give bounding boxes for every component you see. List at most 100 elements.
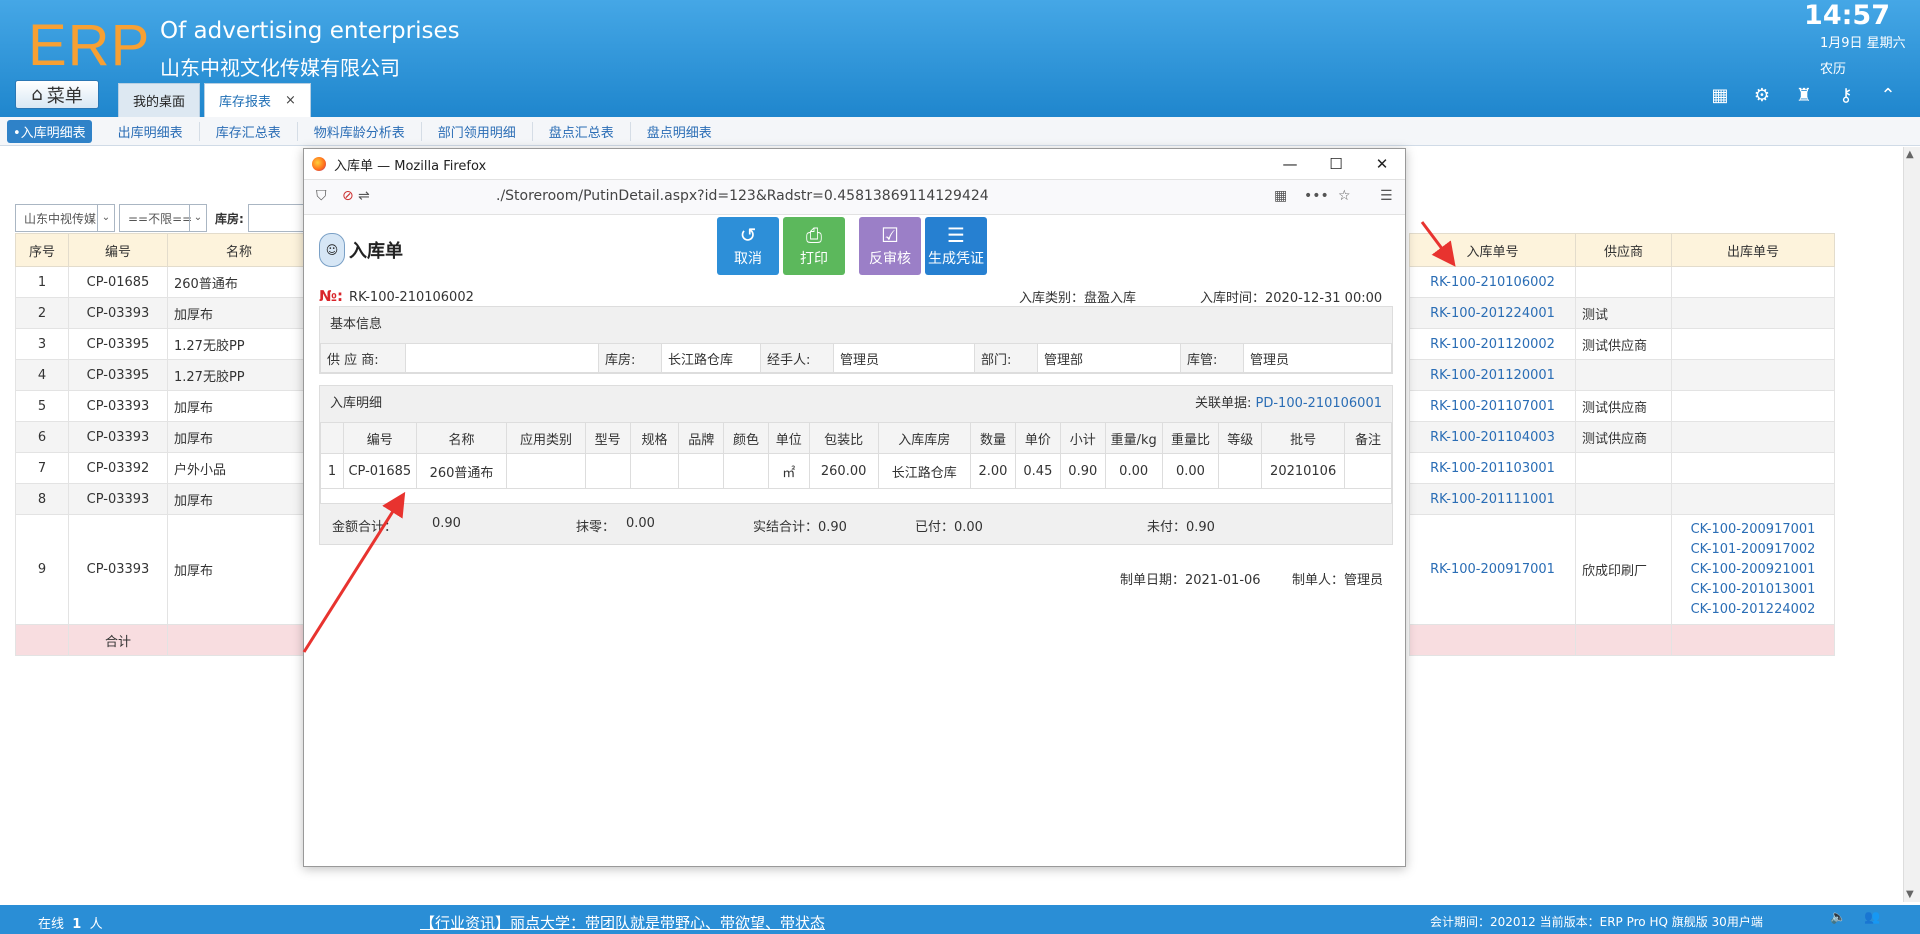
inbound-no-link[interactable]: RK-100-200917001 (1409, 514, 1576, 625)
table-row[interactable]: RK-100-201120001 (1409, 359, 1835, 391)
scroll-up-icon[interactable]: ▲ (1906, 149, 1914, 160)
company-select[interactable]: 山东中视传媒 ⌄ (15, 204, 115, 232)
speaker-icon[interactable]: 🔈 (1830, 910, 1846, 925)
unaudit-button[interactable]: ☑ 反审核 (859, 217, 921, 275)
subnav-item-inventory-summary[interactable]: 盘点汇总表 (533, 121, 631, 141)
inbound-no-link[interactable]: RK-100-201120002 (1409, 328, 1576, 360)
permissions-icon[interactable]: ⇌ (358, 188, 370, 204)
filter-bar: 山东中视传媒 ⌄ ==不限== ⌄ 库房: (15, 204, 310, 232)
star-icon[interactable]: ☆ (1338, 188, 1351, 204)
table-row[interactable]: 9 CP-03393 加厚布 (15, 514, 334, 625)
subnav-item-stock-summary[interactable]: 库存汇总表 (200, 121, 298, 141)
minimize-icon[interactable]: — (1267, 149, 1313, 179)
handler-label: 经手人: (760, 343, 834, 373)
grid-add-icon[interactable]: ▦ (1710, 86, 1730, 106)
inbound-no-link[interactable]: RK-100-201104003 (1409, 421, 1576, 453)
table-row[interactable]: 8 CP-03393 加厚布 (15, 483, 334, 515)
related-link[interactable]: PD-100-210106001 (1256, 396, 1382, 411)
outbound-no-link[interactable]: CK-100-200917001 (1678, 520, 1828, 540)
news-ticker[interactable]: 【行业资讯】丽点大学：带团队就是带野心、带欲望、带状态 (420, 912, 825, 933)
table-cell: CP-01685 (342, 453, 417, 489)
table-cell: 长江路仓库 (877, 453, 972, 489)
more-icon[interactable]: ••• (1304, 188, 1329, 204)
dept-label: 部门: (974, 343, 1038, 373)
table-row[interactable]: 2 CP-03393 加厚布 (15, 297, 334, 329)
tab-desktop[interactable]: 我的桌面 (118, 83, 201, 117)
url-bar[interactable]: ⛉ ⊘ ⇌ ./Storeroom/PutinDetail.aspx?id=12… (304, 179, 1405, 215)
table-row[interactable]: 3 CP-03395 1.27无胶PP (15, 328, 334, 360)
hamburger-menu-icon[interactable]: ☰ (1380, 188, 1393, 204)
inbound-no-link[interactable]: RK-100-201111001 (1409, 483, 1576, 515)
maximize-icon[interactable]: ☐ (1313, 149, 1359, 179)
qr-code-icon[interactable]: ▦ (1274, 188, 1287, 204)
header-toolbar: ▦ ⚙ ♜ ⚷ ⌃ (1710, 86, 1898, 106)
table-row[interactable]: RK-100-201107001 测试供应商 (1409, 390, 1835, 422)
subnav-item-dept-usage[interactable]: 部门领用明细 (422, 121, 533, 141)
table-row[interactable]: RK-100-201120002 测试供应商 (1409, 328, 1835, 360)
inbound-no-link[interactable]: RK-100-201103001 (1409, 452, 1576, 484)
outbound-no-link[interactable]: CK-100-200921001 (1678, 560, 1828, 580)
key-icon[interactable]: ⚷ (1836, 86, 1856, 106)
table-row[interactable]: 4 CP-03395 1.27无胶PP (15, 359, 334, 391)
table-row[interactable]: RK-100-201104003 测试供应商 (1409, 421, 1835, 453)
subnav-item-inventory-detail[interactable]: 盘点明细表 (631, 122, 728, 141)
subnav-item-aging[interactable]: 物料库龄分析表 (298, 121, 422, 141)
gear-icon[interactable]: ⚙ (1752, 86, 1772, 106)
supplier-cell (1575, 359, 1672, 391)
subnav-item-outbound-detail[interactable]: 出库明细表 (102, 121, 200, 141)
outbound-no-link[interactable]: CK-100-201013001 (1678, 580, 1828, 600)
tab-stock-report[interactable]: 库存报表 × (204, 83, 311, 117)
table-cell (629, 453, 680, 489)
col-header: 出库单号 (1671, 233, 1835, 267)
table-row[interactable]: RK-100-200917001 欣成印刷厂 CK-100-200917001 CK-… (1409, 514, 1835, 625)
table-row[interactable]: 6 CP-03393 加厚布 (15, 421, 334, 453)
online-unit: 人 (89, 917, 103, 932)
table-cell: 260.00 (808, 453, 879, 489)
close-icon[interactable]: × (285, 93, 296, 108)
table-row[interactable]: RK-100-201111001 (1409, 483, 1835, 515)
inbound-no-link[interactable]: RK-100-201120001 (1409, 359, 1576, 391)
table-row[interactable]: 1 CP-01685 260普通布 (15, 266, 334, 298)
table-row[interactable]: 5 CP-03393 加厚布 (15, 390, 334, 422)
col-header: 小计 (1059, 422, 1106, 454)
menu-button[interactable]: ⌂ 菜单 (15, 80, 99, 109)
insecure-lock-icon[interactable]: ⊘ (342, 188, 354, 204)
detail-title: 入库明细 (330, 396, 383, 411)
inbound-no-link[interactable]: RK-100-201224001 (1409, 297, 1576, 329)
print-button[interactable]: ⎙ 打印 (783, 217, 845, 275)
subnav-item-inbound-detail[interactable]: •入库明细表 (7, 119, 92, 143)
table-row[interactable]: RK-100-201103001 (1409, 452, 1835, 484)
warehouse-label: 库房: (598, 343, 662, 373)
detail-panel-header: 入库明细 关联单据: PD-100-210106001 (320, 386, 1392, 422)
form-toolbar: ↺ 取消 ⎙ 打印 ☑ 反审核 ☰ 生成凭证 (717, 217, 987, 275)
table-row[interactable]: 7 CP-03392 户外小品 (15, 452, 334, 484)
table-row[interactable]: RK-100-201224001 测试 (1409, 297, 1835, 329)
col-header: 单位 (767, 422, 810, 454)
table-row[interactable]: RK-100-210106002 (1409, 266, 1835, 298)
shirt-icon[interactable]: ♜ (1794, 86, 1814, 106)
url-text[interactable]: ./Storeroom/PutinDetail.aspx?id=123&Rads… (496, 188, 989, 204)
cancel-button[interactable]: ↺ 取消 (717, 217, 779, 275)
limit-select[interactable]: ==不限== ⌄ (119, 204, 207, 232)
outbound-no-link[interactable]: CK-101-200917002 (1678, 540, 1828, 560)
table-row[interactable]: 1 CP-01685 260普通布㎡ 260.00 长江路仓库 2.00 0.45 0.90 0… (320, 453, 1392, 489)
chevron-up-circle-icon[interactable]: ⌃ (1878, 86, 1898, 106)
table-cell (15, 624, 69, 656)
scroll-down-icon[interactable]: ▼ (1906, 889, 1914, 900)
inbound-no-link[interactable]: RK-100-201107001 (1409, 390, 1576, 422)
table-cell: 加厚布 (167, 483, 311, 515)
table-cell: CP-03395 (68, 359, 168, 391)
page-scrollbar[interactable]: ▲ ▼ (1903, 147, 1920, 902)
cancel-label: 取消 (734, 251, 762, 267)
table-cell: 4 (15, 359, 69, 391)
col-header: 重量比 (1161, 422, 1220, 454)
close-icon[interactable]: ✕ (1359, 149, 1405, 179)
voucher-button[interactable]: ☰ 生成凭证 (925, 217, 987, 275)
shield-icon[interactable]: ⛉ (316, 188, 327, 204)
inbound-no-link[interactable]: RK-100-210106002 (1409, 266, 1576, 298)
warehouse-input[interactable] (247, 204, 310, 232)
supplier-cell (1575, 483, 1672, 515)
table-cell: CP-03393 (68, 514, 168, 625)
users-icon[interactable]: 👥 (1864, 910, 1880, 925)
outbound-no-link[interactable]: CK-100-201224002 (1678, 600, 1828, 620)
